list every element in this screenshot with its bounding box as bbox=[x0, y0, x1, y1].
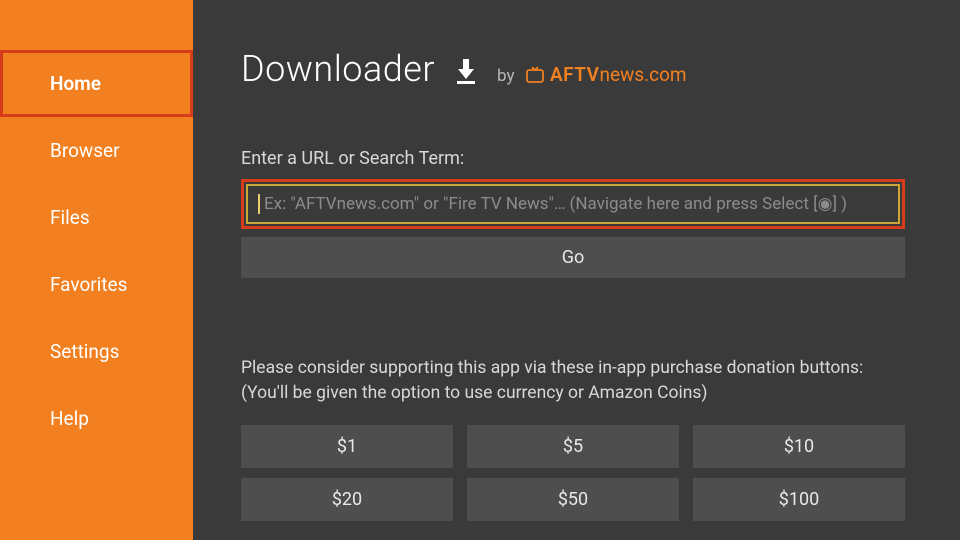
url-input-highlight bbox=[241, 179, 905, 229]
donation-text-line1: Please consider supporting this app via … bbox=[241, 356, 905, 381]
app-header: Downloader by AFTVnews.com bbox=[241, 48, 905, 90]
donation-button-1[interactable]: $1 bbox=[241, 425, 453, 468]
main-content: Downloader by AFTVnews.com Enter a URL o… bbox=[193, 0, 960, 540]
download-icon bbox=[453, 57, 479, 85]
sidebar: Home Browser Files Favorites Settings He… bbox=[0, 0, 193, 540]
donation-button-20[interactable]: $20 bbox=[241, 478, 453, 521]
donation-text: Please consider supporting this app via … bbox=[241, 356, 905, 407]
by-text: by bbox=[497, 66, 515, 86]
sidebar-item-files[interactable]: Files bbox=[0, 184, 193, 251]
donation-button-10[interactable]: $10 bbox=[693, 425, 905, 468]
url-input[interactable] bbox=[264, 194, 888, 214]
donation-button-5[interactable]: $5 bbox=[467, 425, 679, 468]
donation-text-line2: (You'll be given the option to use curre… bbox=[241, 381, 905, 406]
url-input-container[interactable] bbox=[246, 184, 900, 224]
donation-button-50[interactable]: $50 bbox=[467, 478, 679, 521]
go-button[interactable]: Go bbox=[241, 237, 905, 278]
sidebar-item-help[interactable]: Help bbox=[0, 385, 193, 452]
donation-button-100[interactable]: $100 bbox=[693, 478, 905, 521]
sidebar-item-favorites[interactable]: Favorites bbox=[0, 251, 193, 318]
sidebar-item-browser[interactable]: Browser bbox=[0, 117, 193, 184]
brand-news: news bbox=[599, 63, 644, 86]
app-title: Downloader bbox=[241, 48, 435, 90]
sidebar-item-settings[interactable]: Settings bbox=[0, 318, 193, 385]
url-label: Enter a URL or Search Term: bbox=[241, 148, 905, 169]
donation-section: Please consider supporting this app via … bbox=[241, 356, 905, 521]
byline: by AFTVnews.com bbox=[497, 63, 687, 86]
sidebar-item-home[interactable]: Home bbox=[0, 50, 193, 117]
brand-domain: .com bbox=[644, 63, 686, 86]
donation-grid: $1 $5 $10 $20 $50 $100 bbox=[241, 425, 905, 521]
tv-icon bbox=[525, 65, 545, 88]
brand-aftv: AFTV bbox=[550, 63, 599, 86]
text-cursor bbox=[258, 194, 260, 214]
